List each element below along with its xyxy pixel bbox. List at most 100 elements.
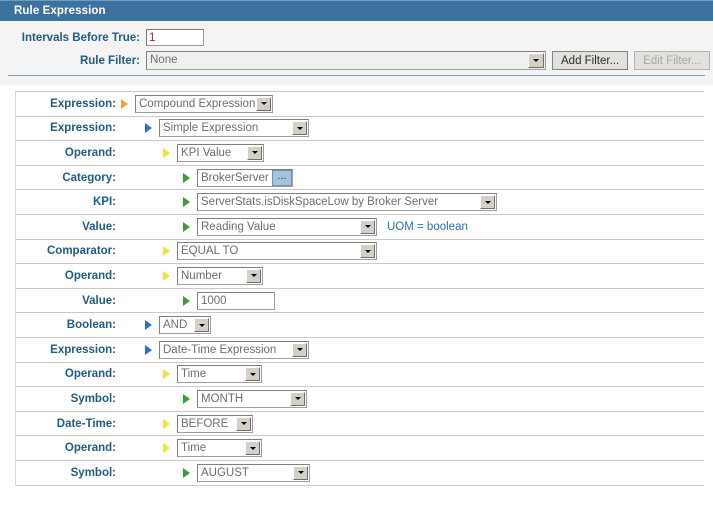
expression-row: Operand: Number bbox=[16, 264, 704, 289]
category-browse-field[interactable]: BrokerServer... bbox=[197, 168, 293, 187]
expression-row: Expression: Compound Expression bbox=[16, 92, 704, 117]
expression-value-select[interactable]: Number bbox=[177, 266, 263, 285]
expression-row-label: Expression: bbox=[50, 343, 116, 356]
expression-row-body: Simple Expression bbox=[121, 119, 704, 138]
expression-row-body: AUGUST bbox=[121, 463, 704, 482]
expander-triangle-icon[interactable] bbox=[183, 467, 190, 478]
expression-row-body: AND bbox=[121, 316, 704, 335]
expression-row-label: Expression: bbox=[50, 97, 116, 110]
chevron-down-icon[interactable] bbox=[360, 219, 375, 234]
expression-row-body: Date-Time Expression bbox=[121, 340, 704, 359]
chevron-down-icon[interactable] bbox=[246, 268, 261, 283]
intervals-before-true-label: Intervals Before True: bbox=[21, 31, 140, 44]
expression-row: Operand: KPI Value bbox=[16, 141, 704, 166]
expander-triangle-icon[interactable] bbox=[121, 98, 128, 109]
expression-value-select[interactable]: Simple Expression bbox=[159, 119, 309, 138]
expression-row-body: ServerStats.isDiskSpaceLow by Broker Ser… bbox=[121, 193, 704, 212]
expression-row-body: BrokerServer... bbox=[121, 168, 704, 187]
uom-annotation: UOM = boolean bbox=[387, 220, 468, 233]
expression-value-text: ServerStats.isDiskSpaceLow by Broker Ser… bbox=[201, 196, 439, 209]
expression-value-select[interactable]: BEFORE bbox=[177, 414, 253, 433]
rule-filter-select[interactable]: None bbox=[146, 51, 546, 70]
expression-value-text: AND bbox=[163, 319, 188, 332]
intervals-before-true-row: Intervals Before True: bbox=[0, 29, 713, 46]
expander-triangle-icon[interactable] bbox=[183, 197, 190, 208]
expression-value-input[interactable] bbox=[197, 291, 275, 310]
expression-row-body: Reading Value UOM = boolean bbox=[121, 217, 704, 236]
expression-value-text: KPI Value bbox=[181, 146, 232, 159]
expression-value-text: Simple Expression bbox=[163, 122, 259, 135]
expression-row: Operand: Time bbox=[16, 362, 704, 388]
expression-row: Value: Reading Value UOM = boolean bbox=[16, 214, 704, 240]
expression-row: Expression: Date-Time Expression bbox=[16, 337, 704, 363]
chevron-down-icon[interactable] bbox=[528, 53, 544, 68]
expander-triangle-icon[interactable] bbox=[163, 147, 170, 158]
expression-value-select[interactable]: Time bbox=[177, 439, 262, 458]
chevron-down-icon[interactable] bbox=[292, 121, 307, 136]
chevron-down-icon[interactable] bbox=[245, 441, 260, 456]
expression-value-select[interactable]: EQUAL TO bbox=[177, 242, 377, 261]
rule-filter-row: Rule Filter: None Add Filter... Edit Fil… bbox=[0, 51, 713, 70]
expression-row-body: BEFORE bbox=[121, 414, 704, 433]
expression-row: Boolean: AND bbox=[16, 313, 704, 338]
rule-filter-value: None bbox=[150, 54, 178, 66]
expression-row: Comparator: EQUAL TO bbox=[16, 239, 704, 265]
ellipsis-browse-icon[interactable]: ... bbox=[272, 169, 292, 186]
expression-value-text: Time bbox=[181, 442, 207, 455]
expander-triangle-icon[interactable] bbox=[183, 172, 190, 183]
chevron-down-icon[interactable] bbox=[247, 145, 262, 160]
expression-value-text: Date-Time Expression bbox=[163, 343, 277, 356]
expander-triangle-icon[interactable] bbox=[183, 295, 190, 306]
chevron-down-icon[interactable] bbox=[293, 465, 308, 480]
expression-value-select[interactable]: KPI Value bbox=[177, 143, 264, 162]
chevron-down-icon[interactable] bbox=[194, 318, 209, 333]
chevron-down-icon[interactable] bbox=[290, 391, 305, 406]
expression-row: Expression: Simple Expression bbox=[16, 116, 704, 142]
chevron-down-icon[interactable] bbox=[360, 244, 375, 259]
expression-row-label: Operand: bbox=[64, 269, 116, 282]
expression-value-select[interactable]: ServerStats.isDiskSpaceLow by Broker Ser… bbox=[197, 193, 497, 212]
expression-row: Symbol: AUGUST bbox=[16, 460, 704, 486]
chevron-down-icon[interactable] bbox=[236, 416, 251, 431]
expander-triangle-icon[interactable] bbox=[145, 320, 152, 331]
expression-value-text: EQUAL TO bbox=[181, 245, 239, 258]
expression-row-label: Symbol: bbox=[70, 392, 116, 405]
expression-row-label: Boolean: bbox=[66, 319, 116, 332]
expander-triangle-icon[interactable] bbox=[163, 270, 170, 281]
expander-triangle-icon[interactable] bbox=[145, 344, 152, 355]
add-filter-button[interactable]: Add Filter... bbox=[552, 51, 629, 70]
expression-value-select[interactable]: AUGUST bbox=[197, 463, 310, 482]
window-title: Rule Expression bbox=[14, 5, 106, 17]
expression-value-select[interactable]: Time bbox=[177, 365, 262, 384]
expander-triangle-icon[interactable] bbox=[163, 418, 170, 429]
intervals-before-true-input[interactable] bbox=[146, 29, 204, 46]
window-titlebar: Rule Expression bbox=[0, 0, 713, 21]
expander-triangle-icon[interactable] bbox=[163, 369, 170, 380]
expression-value-select[interactable]: Date-Time Expression bbox=[159, 340, 309, 359]
chevron-down-icon[interactable] bbox=[256, 96, 271, 111]
expression-value-select[interactable]: Compound Expression bbox=[135, 94, 273, 113]
expander-triangle-icon[interactable] bbox=[163, 246, 170, 257]
edit-filter-button: Edit Filter... bbox=[634, 51, 710, 70]
expression-value-select[interactable]: AND bbox=[159, 316, 211, 335]
expression-tree-table: Expression: Compound Expression Expression… bbox=[15, 91, 704, 486]
expression-value-text: Time bbox=[181, 368, 207, 381]
expression-value-select[interactable]: MONTH bbox=[197, 389, 307, 408]
expression-value-text: AUGUST bbox=[201, 466, 249, 479]
expander-triangle-icon[interactable] bbox=[163, 443, 170, 454]
chevron-down-icon[interactable] bbox=[245, 367, 260, 382]
rule-filter-label: Rule Filter: bbox=[79, 54, 140, 67]
expression-row-body: EQUAL TO bbox=[121, 242, 704, 261]
chevron-down-icon[interactable] bbox=[480, 195, 495, 210]
chevron-down-icon[interactable] bbox=[292, 342, 307, 357]
expression-row-label: Operand: bbox=[64, 368, 116, 381]
expander-triangle-icon[interactable] bbox=[183, 221, 190, 232]
expression-row-body: Time bbox=[121, 439, 704, 458]
expression-value-select[interactable]: Reading Value bbox=[197, 217, 377, 236]
expression-row-body: Number bbox=[121, 266, 704, 285]
expression-row-label: Category: bbox=[62, 171, 116, 184]
expression-row-label: Operand: bbox=[64, 146, 116, 159]
expression-row-label: Expression: bbox=[50, 122, 116, 135]
expander-triangle-icon[interactable] bbox=[183, 393, 190, 404]
expander-triangle-icon[interactable] bbox=[145, 123, 152, 134]
